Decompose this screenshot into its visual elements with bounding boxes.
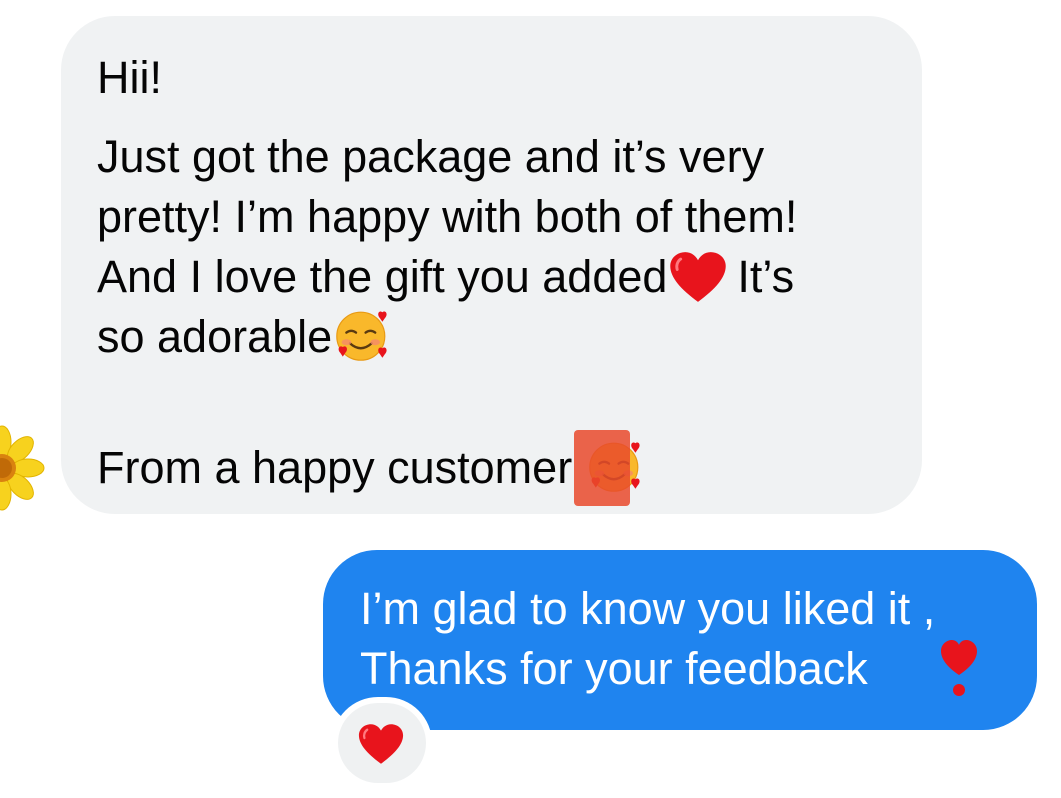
heart-exclamation-icon xyxy=(941,640,977,696)
red-heart-icon xyxy=(358,724,404,764)
smiling-face-with-hearts-icon xyxy=(336,311,387,361)
message-greeting: Hii! xyxy=(97,52,162,103)
message-text: It’s xyxy=(737,251,795,302)
message-text: so adorable xyxy=(97,311,333,362)
incoming-message-bubble[interactable]: Hii! Just got the package and it’s very … xyxy=(61,16,922,514)
outgoing-message-bubble[interactable]: I’m glad to know you liked it , Thanks f… xyxy=(323,550,1037,730)
message-reaction-badge[interactable] xyxy=(338,703,426,783)
message-line: I’m glad to know you liked it , xyxy=(360,583,936,634)
redaction-mark xyxy=(574,430,630,506)
sunflower-icon xyxy=(0,425,45,511)
message-text: And I love the gift you added xyxy=(97,251,668,302)
red-heart-icon xyxy=(670,252,727,302)
message-line: pretty! I’m happy with both of them! xyxy=(97,191,798,242)
message-line: Thanks for your feedback xyxy=(360,643,868,694)
message-line: Just got the package and it’s very xyxy=(97,131,765,182)
message-line: And I love the gift you added It’s xyxy=(97,247,794,308)
message-signoff: From a happy customer xyxy=(97,438,645,499)
message-line: so adorable xyxy=(97,307,392,368)
message-text: From a happy customer xyxy=(97,442,573,493)
